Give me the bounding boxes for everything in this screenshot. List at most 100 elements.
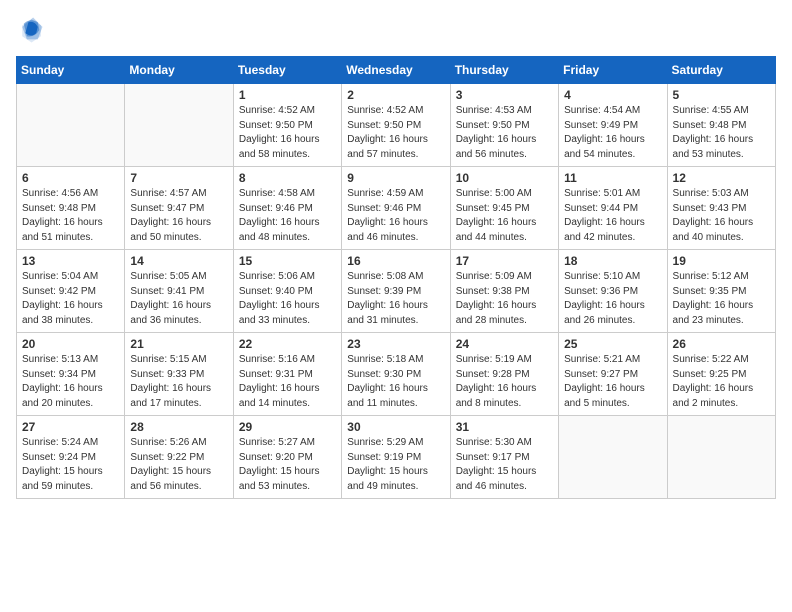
- day-number: 21: [130, 337, 227, 351]
- weekday-header-row: SundayMondayTuesdayWednesdayThursdayFrid…: [17, 57, 776, 84]
- calendar-cell: 10Sunrise: 5:00 AM Sunset: 9:45 PM Dayli…: [450, 167, 558, 250]
- calendar-cell: 17 Sunrise: 5:09 AM Sunset: 9:38 PM Dayli…: [450, 250, 558, 333]
- day-number: 16: [347, 254, 444, 268]
- calendar-week-5: 27 Sunrise: 5:24 AM Sunset: 9:24 PM Dayli…: [17, 416, 776, 499]
- day-number: 20: [22, 337, 119, 351]
- calendar-cell: 31 Sunrise: 5:30 AM Sunset: 9:17 PM Dayli…: [450, 416, 558, 499]
- day-number: 9: [347, 171, 444, 185]
- day-number: 12: [673, 171, 770, 185]
- day-info: Sunrise: 4:52 AM Sunset: 9:50 PM Dayligh…: [347, 104, 444, 162]
- calendar-cell: 14 Sunrise: 5:05 AM Sunset: 9:41 PM Dayli…: [125, 250, 233, 333]
- calendar-cell: 24 Sunrise: 5:19 AM Sunset: 9:28 PM Dayli…: [450, 333, 558, 416]
- day-info: Sunrise: 5:30 AM Sunset: 9:17 PM Dayligh…: [456, 436, 553, 494]
- day-number: 24: [456, 337, 553, 351]
- weekday-header-saturday: Saturday: [667, 57, 775, 84]
- calendar-cell: 21 Sunrise: 5:15 AM Sunset: 9:33 PM Dayli…: [125, 333, 233, 416]
- day-info: Sunrise: 5:06 AM Sunset: 9:40 PM Dayligh…: [239, 270, 336, 328]
- day-number: 7: [130, 171, 227, 185]
- day-number: 22: [239, 337, 336, 351]
- calendar-cell: 25 Sunrise: 5:21 AM Sunset: 9:27 PM Dayli…: [559, 333, 667, 416]
- calendar-cell: 6 Sunrise: 4:56 AM Sunset: 9:48 PM Daylig…: [17, 167, 125, 250]
- day-number: 14: [130, 254, 227, 268]
- calendar-cell: 9 Sunrise: 4:59 AM Sunset: 9:46 PM Daylig…: [342, 167, 450, 250]
- day-number: 2: [347, 88, 444, 102]
- weekday-header-monday: Monday: [125, 57, 233, 84]
- calendar-cell: [17, 84, 125, 167]
- day-number: 29: [239, 420, 336, 434]
- calendar-cell: 18 Sunrise: 5:10 AM Sunset: 9:36 PM Dayli…: [559, 250, 667, 333]
- calendar-cell: 23 Sunrise: 5:18 AM Sunset: 9:30 PM Dayli…: [342, 333, 450, 416]
- day-info: Sunrise: 5:01 AM Sunset: 9:44 PM Dayligh…: [564, 187, 661, 245]
- day-info: Sunrise: 5:24 AM Sunset: 9:24 PM Dayligh…: [22, 436, 119, 494]
- day-info: Sunrise: 5:19 AM Sunset: 9:28 PM Dayligh…: [456, 353, 553, 411]
- calendar-cell: 4 Sunrise: 4:54 AM Sunset: 9:49 PM Daylig…: [559, 84, 667, 167]
- day-info: Sunrise: 4:56 AM Sunset: 9:48 PM Dayligh…: [22, 187, 119, 245]
- calendar-cell: 20 Sunrise: 5:13 AM Sunset: 9:34 PM Dayli…: [17, 333, 125, 416]
- calendar-cell: 30 Sunrise: 5:29 AM Sunset: 9:19 PM Dayli…: [342, 416, 450, 499]
- day-number: 10: [456, 171, 553, 185]
- day-number: 31: [456, 420, 553, 434]
- weekday-header-wednesday: Wednesday: [342, 57, 450, 84]
- calendar-cell: 22 Sunrise: 5:16 AM Sunset: 9:31 PM Dayli…: [233, 333, 341, 416]
- calendar-cell: 27 Sunrise: 5:24 AM Sunset: 9:24 PM Dayli…: [17, 416, 125, 499]
- day-info: Sunrise: 5:09 AM Sunset: 9:38 PM Dayligh…: [456, 270, 553, 328]
- day-info: Sunrise: 5:26 AM Sunset: 9:22 PM Dayligh…: [130, 436, 227, 494]
- calendar-cell: [125, 84, 233, 167]
- day-number: 6: [22, 171, 119, 185]
- day-info: Sunrise: 4:54 AM Sunset: 9:49 PM Dayligh…: [564, 104, 661, 162]
- day-info: Sunrise: 5:08 AM Sunset: 9:39 PM Dayligh…: [347, 270, 444, 328]
- calendar-cell: 15Sunrise: 5:06 AM Sunset: 9:40 PM Dayli…: [233, 250, 341, 333]
- day-number: 23: [347, 337, 444, 351]
- calendar-week-3: 13Sunrise: 5:04 AM Sunset: 9:42 PM Dayli…: [17, 250, 776, 333]
- day-info: Sunrise: 5:29 AM Sunset: 9:19 PM Dayligh…: [347, 436, 444, 494]
- day-number: 25: [564, 337, 661, 351]
- calendar-cell: 5 Sunrise: 4:55 AM Sunset: 9:48 PM Daylig…: [667, 84, 775, 167]
- calendar-cell: 3 Sunrise: 4:53 AM Sunset: 9:50 PM Daylig…: [450, 84, 558, 167]
- day-number: 8: [239, 171, 336, 185]
- calendar-cell: [667, 416, 775, 499]
- day-number: 30: [347, 420, 444, 434]
- day-number: 19: [673, 254, 770, 268]
- day-number: 4: [564, 88, 661, 102]
- day-number: 3: [456, 88, 553, 102]
- page-header: [16, 16, 776, 44]
- day-info: Sunrise: 5:16 AM Sunset: 9:31 PM Dayligh…: [239, 353, 336, 411]
- day-number: 5: [673, 88, 770, 102]
- calendar-cell: 12 Sunrise: 5:03 AM Sunset: 9:43 PM Dayli…: [667, 167, 775, 250]
- day-info: Sunrise: 4:58 AM Sunset: 9:46 PM Dayligh…: [239, 187, 336, 245]
- day-info: Sunrise: 5:21 AM Sunset: 9:27 PM Dayligh…: [564, 353, 661, 411]
- calendar-week-1: 1Sunrise: 4:52 AM Sunset: 9:50 PM Daylig…: [17, 84, 776, 167]
- day-info: Sunrise: 4:53 AM Sunset: 9:50 PM Dayligh…: [456, 104, 553, 162]
- calendar-week-2: 6 Sunrise: 4:56 AM Sunset: 9:48 PM Daylig…: [17, 167, 776, 250]
- day-info: Sunrise: 5:15 AM Sunset: 9:33 PM Dayligh…: [130, 353, 227, 411]
- day-info: Sunrise: 4:57 AM Sunset: 9:47 PM Dayligh…: [130, 187, 227, 245]
- day-number: 18: [564, 254, 661, 268]
- weekday-header-tuesday: Tuesday: [233, 57, 341, 84]
- weekday-header-sunday: Sunday: [17, 57, 125, 84]
- day-number: 11: [564, 171, 661, 185]
- day-info: Sunrise: 5:10 AM Sunset: 9:36 PM Dayligh…: [564, 270, 661, 328]
- day-info: Sunrise: 5:04 AM Sunset: 9:42 PM Dayligh…: [22, 270, 119, 328]
- calendar-cell: 26 Sunrise: 5:22 AM Sunset: 9:25 PM Dayli…: [667, 333, 775, 416]
- day-info: Sunrise: 5:27 AM Sunset: 9:20 PM Dayligh…: [239, 436, 336, 494]
- day-info: Sunrise: 4:59 AM Sunset: 9:46 PM Dayligh…: [347, 187, 444, 245]
- day-number: 17: [456, 254, 553, 268]
- calendar-cell: 2 Sunrise: 4:52 AM Sunset: 9:50 PM Daylig…: [342, 84, 450, 167]
- day-number: 27: [22, 420, 119, 434]
- day-info: Sunrise: 4:55 AM Sunset: 9:48 PM Dayligh…: [673, 104, 770, 162]
- logo-icon: [16, 16, 44, 44]
- day-info: Sunrise: 5:03 AM Sunset: 9:43 PM Dayligh…: [673, 187, 770, 245]
- calendar-table: SundayMondayTuesdayWednesdayThursdayFrid…: [16, 56, 776, 499]
- day-number: 26: [673, 337, 770, 351]
- calendar-week-4: 20 Sunrise: 5:13 AM Sunset: 9:34 PM Dayli…: [17, 333, 776, 416]
- calendar-cell: [559, 416, 667, 499]
- day-number: 28: [130, 420, 227, 434]
- day-info: Sunrise: 4:52 AM Sunset: 9:50 PM Dayligh…: [239, 104, 336, 162]
- calendar-cell: 29 Sunrise: 5:27 AM Sunset: 9:20 PM Dayli…: [233, 416, 341, 499]
- calendar-cell: 1Sunrise: 4:52 AM Sunset: 9:50 PM Daylig…: [233, 84, 341, 167]
- calendar-cell: 19Sunrise: 5:12 AM Sunset: 9:35 PM Dayli…: [667, 250, 775, 333]
- day-info: Sunrise: 5:18 AM Sunset: 9:30 PM Dayligh…: [347, 353, 444, 411]
- day-info: Sunrise: 5:05 AM Sunset: 9:41 PM Dayligh…: [130, 270, 227, 328]
- day-info: Sunrise: 5:22 AM Sunset: 9:25 PM Dayligh…: [673, 353, 770, 411]
- day-info: Sunrise: 5:13 AM Sunset: 9:34 PM Dayligh…: [22, 353, 119, 411]
